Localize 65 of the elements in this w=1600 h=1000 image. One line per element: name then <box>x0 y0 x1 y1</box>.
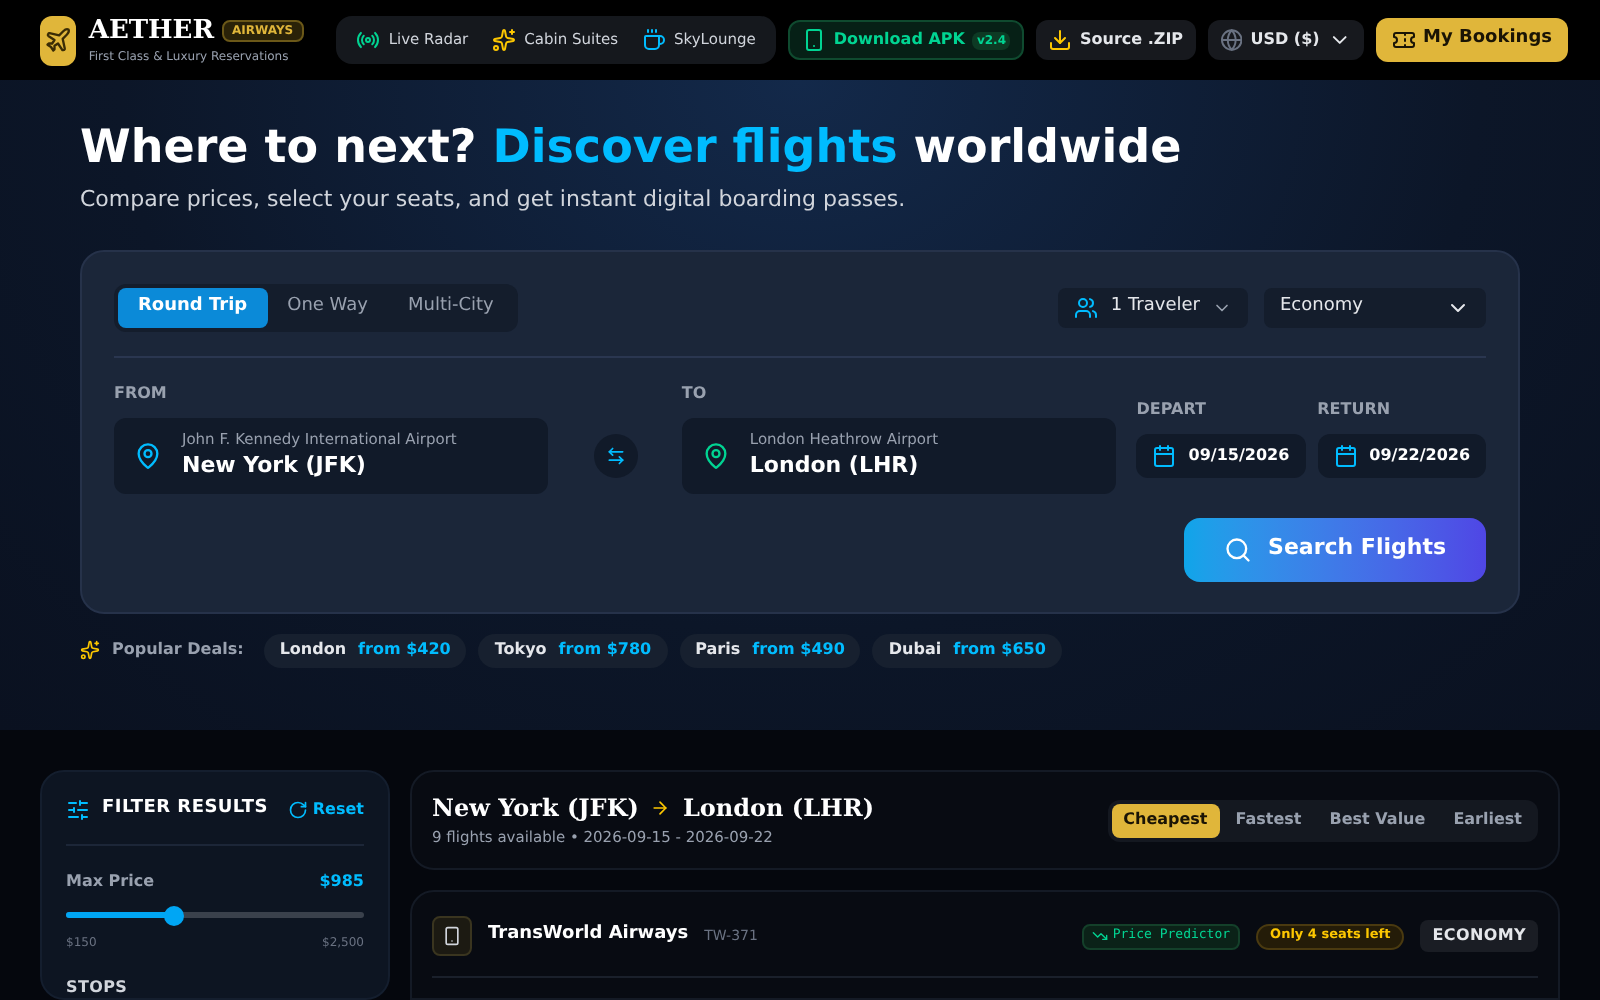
pin-icon <box>701 441 730 469</box>
city-name: London (LHR) <box>749 449 921 482</box>
deals-label: Popular Deals: <box>112 638 244 662</box>
max-price-value: $985 <box>319 869 364 893</box>
deal-chip[interactable]: Tokyo from $780 <box>478 633 668 667</box>
deal-chip[interactable]: Dubai from $650 <box>872 633 1062 667</box>
deal-chip[interactable]: Paris from $490 <box>679 633 861 667</box>
sparkle-icon <box>80 640 100 660</box>
arrow-right-icon <box>650 798 671 819</box>
reset-button[interactable]: Reset <box>288 797 364 822</box>
route-destination: London (LHR) <box>682 792 875 827</box>
cup-icon <box>642 28 667 52</box>
calendar-icon <box>1333 443 1358 467</box>
deal-chip[interactable]: London from $420 <box>263 633 467 667</box>
swap-button[interactable] <box>593 433 638 477</box>
trip-type-tab[interactable]: Round Trip <box>118 287 268 327</box>
radio-waves-icon <box>356 28 381 52</box>
cabin-select[interactable]: Economy <box>1264 287 1486 327</box>
hero-title: Where to next? Discover flights worldwide <box>80 120 1184 176</box>
slider-thumb[interactable] <box>163 905 184 925</box>
field-label: FROM <box>114 381 169 405</box>
brand-name: AETHER <box>88 15 215 47</box>
sort-tab[interactable]: Earliest <box>1441 803 1534 837</box>
trip-type-tab[interactable]: One Way <box>267 287 388 327</box>
sort-tab[interactable]: Cheapest <box>1111 803 1220 837</box>
swap-icon <box>605 445 626 465</box>
price-slider[interactable] <box>66 905 364 925</box>
travelers-select[interactable]: 1 Traveler <box>1058 287 1248 327</box>
max-price-label: Max Price <box>66 869 155 893</box>
search-icon <box>1224 535 1253 563</box>
calendar-icon <box>1152 443 1177 467</box>
field-label: DEPART <box>1136 397 1208 421</box>
currency-value: USD ($) <box>1250 28 1320 52</box>
route-origin: New York (JFK) <box>432 792 639 827</box>
download-icon <box>1048 28 1072 52</box>
date-value: 09/15/2026 <box>1188 443 1290 467</box>
city-name: New York (JFK) <box>182 449 368 482</box>
trend-down-icon <box>1092 928 1109 944</box>
filter-title: FILTER RESULTS <box>102 796 268 822</box>
hero-subtitle: Compare prices, select your seats, and get instant digital boarding passes. <box>80 184 908 216</box>
filter-icon <box>66 797 90 822</box>
date-value: 09/22/2026 <box>1369 443 1471 467</box>
search-button[interactable]: Search Flights <box>1184 517 1486 581</box>
bookings-button[interactable]: My Bookings <box>1375 18 1568 62</box>
airline-name: TransWorld Airways <box>488 922 689 949</box>
date-field[interactable]: 09/22/2026 <box>1317 433 1487 477</box>
trip-type-tab[interactable]: Multi-City <box>387 287 514 327</box>
currency-select[interactable]: USD ($) <box>1207 20 1364 60</box>
date-field[interactable]: 09/15/2026 <box>1136 433 1306 477</box>
phone-icon <box>442 926 462 946</box>
field-label: RETURN <box>1317 397 1393 421</box>
source-button[interactable]: Source .ZIP <box>1036 20 1196 60</box>
ticket-icon <box>1391 28 1416 52</box>
phone-icon <box>801 28 826 52</box>
pin-icon <box>134 441 162 469</box>
field-label: TO <box>681 381 709 405</box>
reset-icon <box>288 799 309 820</box>
cabin-badge: ECONOMY <box>1420 920 1538 952</box>
people-icon <box>1074 295 1099 319</box>
sort-tab[interactable]: Best Value <box>1317 803 1438 837</box>
sparkle-icon <box>492 28 517 52</box>
stops-label: STOPS <box>66 975 130 999</box>
sort-tab[interactable]: Fastest <box>1223 803 1314 837</box>
globe-icon <box>1219 28 1243 52</box>
plane-icon <box>44 26 73 54</box>
